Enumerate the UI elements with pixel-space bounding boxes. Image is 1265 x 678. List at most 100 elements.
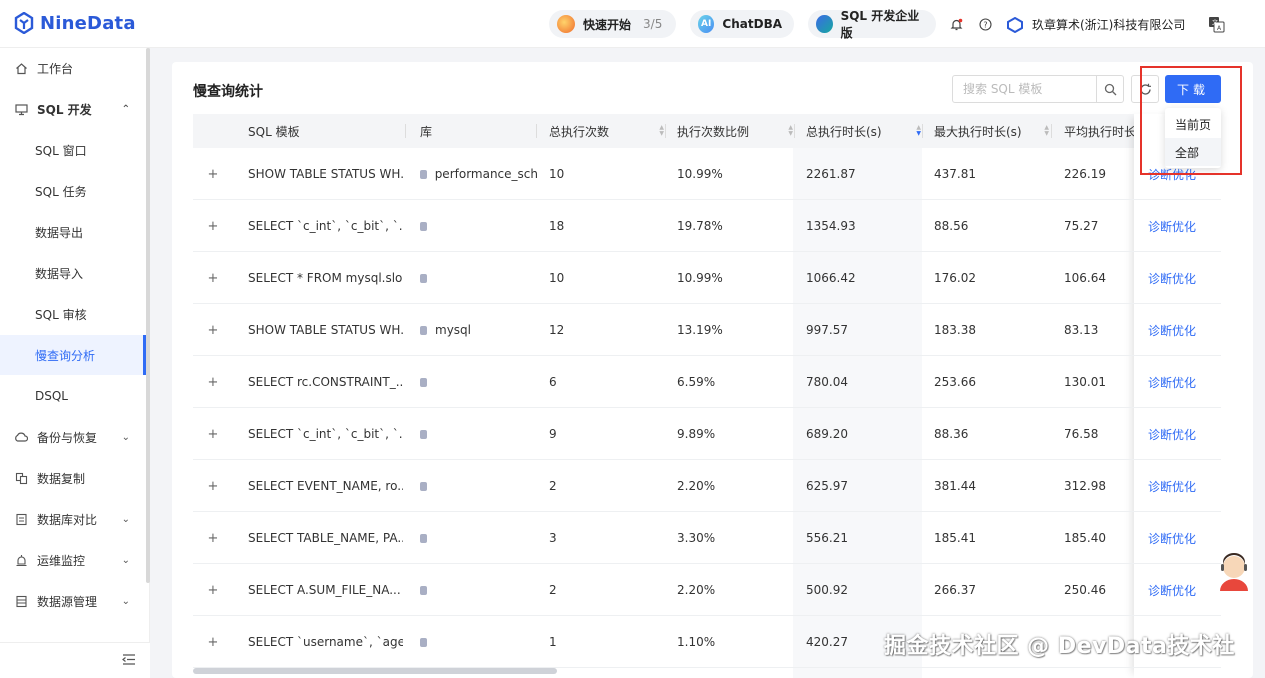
diagnose-optimize-link[interactable]: 诊断优化	[1148, 460, 1218, 512]
cell-sql-template-text: SELECT * FROM mysql.slo...	[248, 271, 403, 285]
sidebar-item-replication[interactable]: 数据复制	[0, 458, 146, 498]
sidebar-item-sql-task[interactable]: SQL 任务	[0, 171, 146, 211]
sidebar-item-dsql[interactable]: DSQL	[0, 376, 146, 416]
collapse-sidebar-icon[interactable]	[122, 654, 136, 669]
sort-icon: ▲ ▼	[659, 124, 664, 137]
cell-max-time: 381.44	[934, 460, 1044, 512]
diagnose-optimize-link-text: 诊断优化	[1148, 427, 1197, 442]
column-divider	[665, 124, 666, 138]
expand-plus-icon[interactable]: +	[207, 167, 219, 182]
notification-bell-icon[interactable]	[948, 16, 964, 32]
cell-avg-time: 312.98	[1064, 460, 1134, 512]
column-header-count[interactable]: 总执行次数 ▲ ▼	[549, 114, 664, 148]
sidebar-item-sql-review[interactable]: SQL 审核	[0, 294, 146, 334]
slow-query-card: 慢查询统计 下载 SQL 模板 库 总执行次数▲▼ 执行次数比例▲▼ 总执行时长…	[172, 62, 1253, 678]
chatdba-button[interactable]: AI ChatDBA	[690, 10, 794, 38]
diagnose-optimize-link[interactable]: 诊断优化	[1148, 564, 1218, 616]
horizontal-scrollbar[interactable]	[193, 668, 557, 674]
column-header-avg[interactable]: 平均执行时长	[1064, 114, 1136, 148]
column-divider	[1051, 124, 1052, 138]
sidebar-item-label: SQL 窗口	[35, 143, 87, 158]
cell-exec-count: 3	[549, 512, 659, 564]
cell-exec-ratio-text: 2.20%	[677, 479, 716, 493]
chevron-down-icon: ⌄	[121, 595, 130, 607]
org-logo-icon	[1007, 16, 1023, 33]
expand-row-cell: +	[207, 252, 221, 304]
diagnose-optimize-link[interactable]: 诊断优化	[1148, 252, 1218, 304]
cloud-backup-icon	[14, 430, 28, 444]
cell-avg-time-text: 76.58	[1064, 427, 1099, 441]
logo[interactable]: NineData	[14, 11, 136, 35]
diagnose-optimize-link-text: 诊断优化	[1148, 531, 1197, 546]
column-header-max[interactable]: 最大执行时长(s) ▲ ▼	[934, 114, 1049, 148]
page-title: 慢查询统计	[193, 84, 263, 100]
expand-plus-icon[interactable]: +	[207, 531, 219, 546]
sidebar-scrollbar[interactable]	[146, 48, 150, 583]
expand-plus-icon[interactable]: +	[207, 479, 219, 494]
column-header-ratio[interactable]: 执行次数比例 ▲ ▼	[677, 114, 793, 148]
sidebar-item-sql-dev[interactable]: SQL 开发 ⌃	[0, 89, 146, 129]
company-switcher[interactable]: 玖章算术(浙江)科技有限公司	[1006, 16, 1185, 33]
sidebar-item-data-export[interactable]: 数据导出	[0, 212, 146, 252]
cell-exec-count-text: 2	[549, 583, 557, 597]
cell-sql-template-text: SELECT TABLE_NAME, PA...	[248, 531, 403, 545]
diagnose-optimize-link[interactable]: 诊断优化	[1148, 356, 1218, 408]
cell-max-time-text: 253.66	[934, 375, 976, 389]
support-avatar-icon[interactable]	[1216, 553, 1252, 591]
expand-plus-icon[interactable]: +	[207, 635, 219, 650]
search-input[interactable]	[953, 76, 1096, 102]
sidebar-item-slow-query[interactable]: 慢查询分析	[0, 335, 146, 375]
table-row: + SELECT EVENT_NAME, ro... 2 2.20% 625.97 381…	[193, 460, 1221, 512]
cell-exec-ratio-text: 19.78%	[677, 219, 723, 233]
chevron-down-icon: ⌄	[121, 554, 130, 566]
cell-exec-ratio: 19.78%	[677, 200, 787, 252]
expand-plus-icon[interactable]: +	[207, 427, 219, 442]
cell-exec-ratio-text: 1.10%	[677, 635, 716, 649]
quick-start-button[interactable]: 快速开始 3/5	[549, 10, 676, 38]
cell-sql-template: SHOW TABLE STATUS WH...	[248, 304, 403, 356]
sidebar-item-datasource[interactable]: 数据源管理 ⌄	[0, 581, 146, 621]
column-divider	[536, 124, 537, 138]
cell-max-time: 266.37	[934, 564, 1044, 616]
search-icon[interactable]	[1096, 76, 1123, 102]
sidebar-item-workbench[interactable]: 工作台	[0, 48, 146, 88]
sidebar-item-sql-window[interactable]: SQL 窗口	[0, 130, 146, 170]
sidebar-item-data-import[interactable]: 数据导入	[0, 253, 146, 293]
sidebar-item-label: SQL 开发	[37, 102, 92, 117]
alarm-icon	[14, 553, 28, 567]
cell-total-time-text: 1066.42	[806, 271, 856, 285]
sidebar-item-label: 工作台	[37, 61, 74, 76]
expand-plus-icon[interactable]: +	[207, 323, 219, 338]
diagnose-optimize-link[interactable]: 诊断优化	[1148, 408, 1218, 460]
expand-plus-icon[interactable]: +	[207, 375, 219, 390]
expand-row-cell: +	[207, 148, 221, 200]
sql-dev-enterprise-button[interactable]: SQL 开发企业版	[808, 9, 936, 40]
diagnose-optimize-link[interactable]: 诊断优化	[1148, 304, 1218, 356]
cell-exec-ratio-text: 13.19%	[677, 323, 723, 337]
expand-plus-icon[interactable]: +	[207, 219, 219, 234]
cell-exec-ratio: 9.89%	[677, 408, 787, 460]
copy-icon	[14, 471, 28, 485]
cell-avg-time: 130.01	[1064, 356, 1134, 408]
column-header-total[interactable]: 总执行时长(s) ▲ ▼	[806, 114, 921, 148]
cell-sql-template-text: SHOW TABLE STATUS WH...	[248, 323, 403, 337]
cell-sql-template-text: SELECT `username`, `age...	[248, 635, 403, 649]
expand-plus-icon[interactable]: +	[207, 271, 219, 286]
column-header-db: 库	[420, 124, 433, 139]
sidebar-item-monitoring[interactable]: 运维监控 ⌄	[0, 540, 146, 580]
language-switch-icon[interactable]: 文A	[1207, 15, 1225, 33]
cell-total-time: 997.57	[806, 304, 916, 356]
cell-database-text: mysql	[435, 323, 471, 337]
help-icon[interactable]: ?	[977, 16, 993, 32]
expand-plus-icon[interactable]: +	[207, 583, 219, 598]
cell-max-time-text: 176.02	[934, 271, 976, 285]
sidebar-item-db-compare[interactable]: 数据库对比 ⌄	[0, 499, 146, 539]
diagnose-optimize-link[interactable]: 诊断优化	[1148, 512, 1218, 564]
cell-exec-count: 9	[549, 408, 659, 460]
expand-row-cell: +	[207, 408, 221, 460]
ninedata-logo-icon	[14, 11, 34, 35]
sidebar-item-backup[interactable]: 备份与恢复 ⌄	[0, 417, 146, 457]
cell-total-time-text: 689.20	[806, 427, 848, 441]
sort-icon: ▲ ▼	[1044, 124, 1049, 137]
diagnose-optimize-link[interactable]: 诊断优化	[1148, 200, 1218, 252]
